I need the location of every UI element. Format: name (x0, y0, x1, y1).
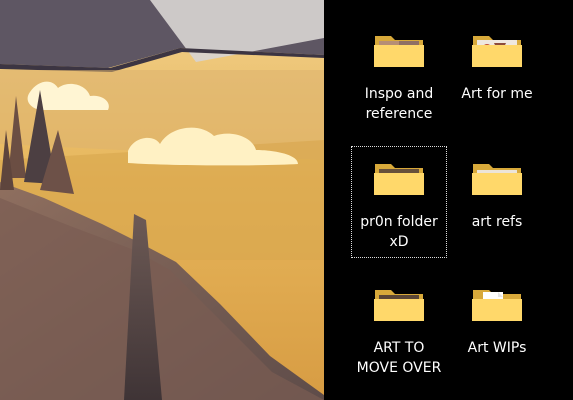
desktop-icon-pane: Inspo and reference Art for me pr0n fold… (324, 0, 573, 400)
folder-label: Art WIPs (467, 340, 527, 356)
desktop-folder-art-for-me[interactable]: Art for me (449, 18, 545, 130)
desktop-folder-art-refs[interactable]: art refs (449, 146, 545, 258)
desktop-folder-art-wips[interactable]: Art WIPs (449, 272, 545, 384)
folder-icon (472, 36, 522, 67)
desktop-folder-pr0n-folder-xd[interactable]: pr0n folder xD (351, 146, 447, 258)
desktop-wallpaper (0, 0, 324, 400)
folder-icon (374, 290, 424, 321)
desktop-icon-grid: Inspo and reference Art for me pr0n fold… (351, 18, 571, 400)
folder-label: art refs (471, 214, 523, 230)
folder-label: Inspo and reference (364, 86, 434, 122)
folder-icon (472, 164, 522, 195)
folder-icon (472, 290, 522, 321)
folder-label: pr0n folder xD (360, 214, 438, 250)
folder-icon (374, 36, 424, 67)
desktop-folder-art-to-move-over[interactable]: ART TO MOVE OVER (351, 272, 447, 384)
folder-label: ART TO MOVE OVER (356, 340, 442, 376)
folder-icon (374, 164, 424, 195)
landscape-wallpaper-art (0, 0, 324, 400)
desktop-screen: Inspo and reference Art for me pr0n fold… (0, 0, 573, 400)
folder-label: Art for me (461, 86, 533, 102)
desktop-folder-inspo-reference[interactable]: Inspo and reference (351, 18, 447, 130)
